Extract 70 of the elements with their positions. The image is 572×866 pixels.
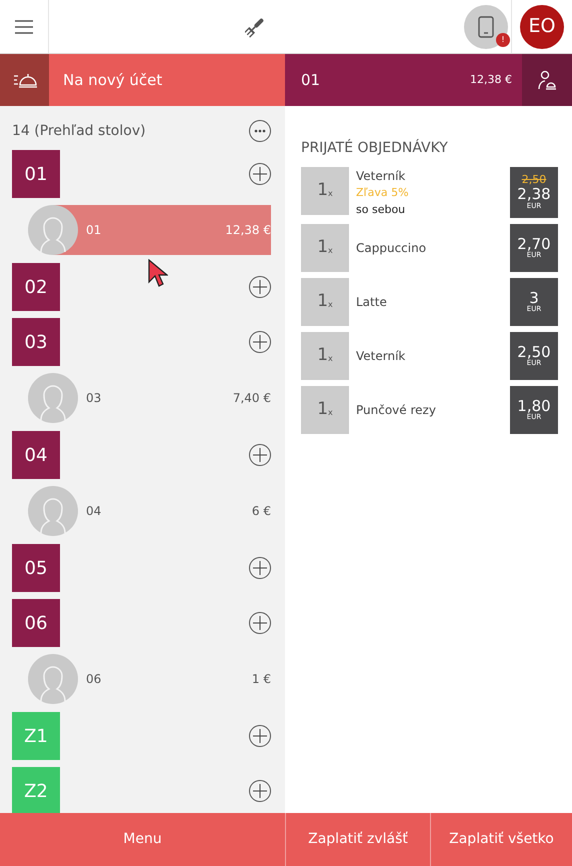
item-name: Veterník	[356, 168, 406, 185]
plus-icon	[253, 729, 267, 743]
item-name: Punčové rezy	[356, 402, 437, 419]
quantity-box: 1x	[301, 224, 349, 272]
item-note: so sebou	[356, 202, 406, 218]
account-name: 01	[301, 70, 320, 91]
account-total: 6 €	[252, 503, 271, 520]
account-name: 03	[86, 390, 102, 407]
orders-title: PRIJATÉ OBJEDNÁVKY	[301, 138, 449, 158]
account-total: 12,38 €	[470, 72, 512, 88]
quantity-box: 1x	[301, 278, 349, 326]
quantity-box: 1x	[301, 332, 349, 380]
table-tile[interactable]: 01	[12, 150, 60, 198]
tablet-icon	[478, 16, 494, 38]
plus-icon	[253, 448, 267, 462]
account-row[interactable]: 06 1 €	[28, 654, 271, 704]
add-account-button[interactable]	[249, 331, 271, 353]
add-account-button[interactable]	[249, 725, 271, 747]
account-total: 1 €	[252, 671, 271, 688]
plus-icon	[253, 167, 267, 181]
cloche-icon	[12, 71, 36, 89]
add-account-button[interactable]	[249, 557, 271, 579]
menu-icon	[14, 18, 34, 34]
add-account-button[interactable]	[249, 444, 271, 466]
avatar-icon	[28, 654, 78, 704]
more-button[interactable]	[249, 120, 271, 142]
item-name: Cappuccino	[356, 240, 428, 257]
item-name: Veterník	[356, 348, 406, 365]
tables-overview-title: 14 (Prehľad stolov)	[12, 122, 146, 140]
plus-icon	[253, 784, 267, 798]
waiter-button[interactable]	[522, 54, 572, 106]
add-account-button[interactable]	[249, 163, 271, 185]
quantity-box: 1x	[301, 386, 349, 434]
footer-button[interactable]: Menu	[0, 813, 285, 866]
plus-icon	[253, 561, 267, 575]
quantity-box: 1x	[301, 167, 349, 215]
plus-icon	[253, 335, 267, 349]
table-tile[interactable]: 03	[12, 318, 60, 366]
add-account-button[interactable]	[249, 780, 271, 802]
cursor-icon	[148, 259, 168, 289]
table-tile[interactable]: 02	[12, 263, 60, 311]
discount-label: Zľava 5%	[356, 185, 410, 201]
account-name: 01	[86, 222, 102, 239]
account-row[interactable]: 03 7,40 €	[28, 373, 271, 423]
footer-button[interactable]: Zaplatiť všetko	[430, 813, 572, 866]
account-total: 12,38 €	[225, 222, 271, 239]
takeaway-button[interactable]	[0, 54, 49, 106]
plus-icon	[253, 616, 267, 630]
avatar-icon	[28, 373, 78, 423]
tablet-button[interactable]: !	[464, 4, 508, 48]
plus-icon	[253, 280, 267, 294]
account-name: 04	[86, 503, 102, 520]
add-account-button[interactable]	[249, 276, 271, 298]
user-avatar[interactable]: EO	[520, 4, 564, 48]
account-row[interactable]: 04 6 €	[28, 486, 271, 536]
item-name: Latte	[356, 294, 388, 311]
account-name: 06	[86, 671, 102, 688]
table-tile[interactable]: 04	[12, 431, 60, 479]
avatar-icon	[28, 486, 78, 536]
table-tile[interactable]: 05	[12, 544, 60, 592]
avatar-icon	[28, 205, 78, 255]
person-icon	[537, 70, 557, 90]
new-account-button[interactable]: Na nový účet	[49, 54, 285, 106]
more-icon	[254, 129, 266, 133]
add-account-button[interactable]	[249, 612, 271, 634]
account-total: 7,40 €	[232, 390, 271, 407]
notification-badge: !	[496, 32, 510, 46]
table-tile[interactable]: 06	[12, 599, 60, 647]
footer-button[interactable]: Zaplatiť zvlášť	[285, 813, 430, 866]
fork-logo-icon	[245, 16, 265, 38]
